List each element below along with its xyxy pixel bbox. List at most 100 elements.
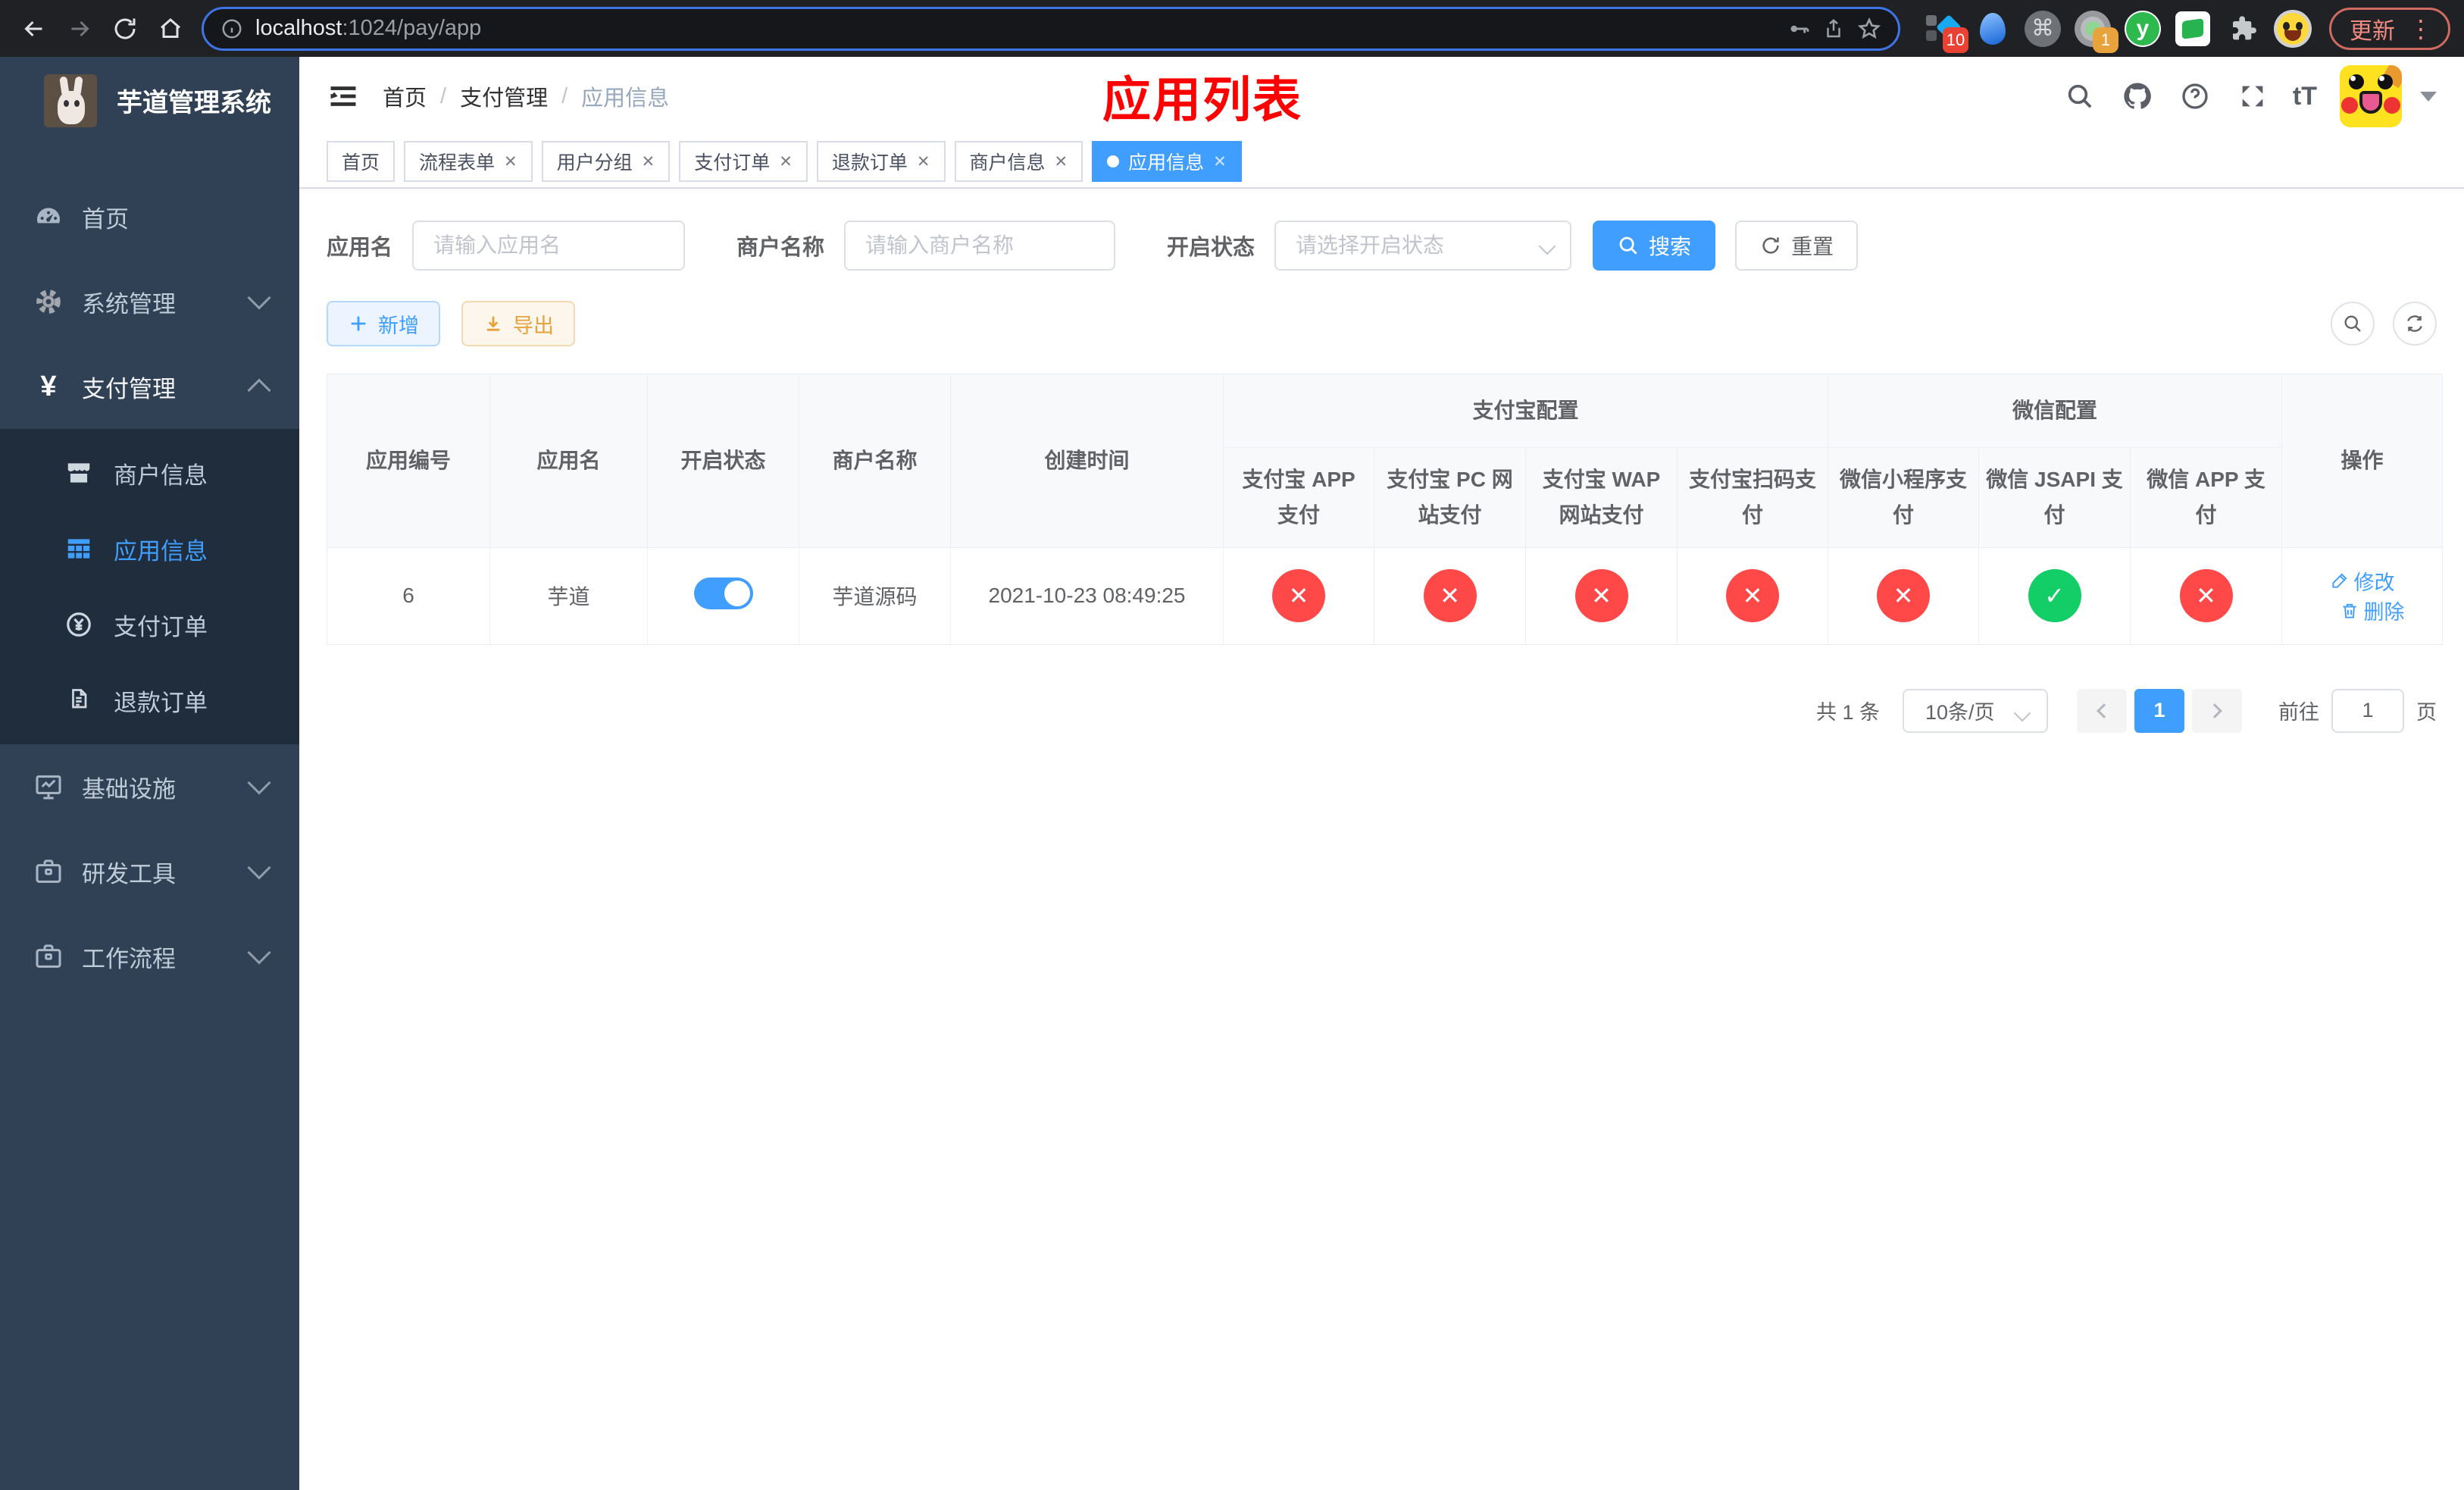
github-icon[interactable] xyxy=(2120,79,2155,114)
caret-down-icon[interactable] xyxy=(2420,91,2437,102)
add-button-label: 新增 xyxy=(378,314,419,337)
sidebar-item-pay[interactable]: ¥ 支付管理 xyxy=(0,344,299,429)
sidebar-item-label: 应用信息 xyxy=(114,537,208,565)
browser-update-button[interactable]: 更新 ⋮ xyxy=(2329,7,2450,50)
font-size-icon[interactable]: tT xyxy=(2293,82,2317,111)
user-avatar[interactable] xyxy=(2340,65,2402,127)
password-key-icon[interactable] xyxy=(1787,17,1810,40)
extension-chat-icon[interactable] xyxy=(2173,9,2212,49)
tab-process-form[interactable]: 流程表单 ✕ xyxy=(404,141,533,182)
goto-prefix: 前往 xyxy=(2278,701,2319,725)
browser-forward-button[interactable] xyxy=(59,8,100,49)
edit-link-label: 修改 xyxy=(2353,571,2395,594)
breadcrumb-current: 应用信息 xyxy=(581,86,670,111)
sidebar-item-system[interactable]: 系统管理 xyxy=(0,259,299,344)
extension-diamond-icon[interactable]: 10 xyxy=(1923,9,1968,53)
close-tab-icon[interactable]: ✕ xyxy=(779,152,793,171)
address-bar[interactable]: localhost:1024/pay/app xyxy=(202,6,1900,51)
refresh-table-button[interactable] xyxy=(2393,302,2437,346)
edit-pencil-icon xyxy=(2331,573,2347,588)
store-icon xyxy=(62,459,95,487)
extension-command-icon[interactable]: ⌘ xyxy=(2023,9,2062,49)
status-select-input[interactable] xyxy=(1274,221,1572,271)
sidebar-item-label: 支付管理 xyxy=(82,375,176,402)
reset-button[interactable]: 重置 xyxy=(1735,221,1859,271)
sidebar-item-workflow[interactable]: 工作流程 xyxy=(0,914,299,999)
close-tab-icon[interactable]: ✕ xyxy=(1213,152,1227,171)
sidebar-collapse-icon[interactable] xyxy=(327,79,361,114)
prev-page-button[interactable] xyxy=(2077,688,2127,733)
browser-menu-icon[interactable]: ⋮ xyxy=(2409,14,2433,43)
sidebar-item-home[interactable]: 首页 xyxy=(0,174,299,259)
page-size-select[interactable]: 10条/页 xyxy=(1903,688,2048,733)
tab-label: 流程表单 xyxy=(419,152,496,174)
tab-user-group[interactable]: 用户分组 ✕ xyxy=(541,141,671,182)
bookmark-star-icon[interactable] xyxy=(1857,17,1881,41)
cell-status xyxy=(647,546,799,645)
extension-kite-icon[interactable] xyxy=(1973,9,2012,49)
sidebar-item-refund-order[interactable]: 退款订单 xyxy=(0,662,299,738)
search-icon[interactable] xyxy=(2062,79,2097,114)
tab-pay-order[interactable]: 支付订单 ✕ xyxy=(679,141,808,182)
extensions-puzzle-icon[interactable] xyxy=(2223,9,2262,49)
tab-refund-order[interactable]: 退款订单 ✕ xyxy=(816,141,946,182)
sidebar-item-merchant-info[interactable]: 商户信息 xyxy=(0,435,299,511)
col-header-alipay-qr: 支付宝扫码支付 xyxy=(1676,446,1829,548)
command-glyph: ⌘ xyxy=(2031,16,2054,41)
sidebar-item-infra[interactable]: 基础设施 xyxy=(0,744,299,829)
sidebar-item-dev-tools[interactable]: 研发工具 xyxy=(0,829,299,914)
close-tab-icon[interactable]: ✕ xyxy=(642,152,655,171)
goto-page-input[interactable] xyxy=(2331,688,2404,733)
merchant-name-input[interactable] xyxy=(844,221,1116,271)
status-toggle[interactable] xyxy=(693,577,753,609)
app-logo-row[interactable]: 芋道管理系统 xyxy=(0,57,299,144)
next-page-button[interactable] xyxy=(2192,688,2242,733)
reset-button-label: 重置 xyxy=(1791,235,1834,258)
search-button[interactable]: 搜索 xyxy=(1593,221,1716,271)
edit-link[interactable]: 修改 xyxy=(2330,566,2395,596)
profile-avatar-icon[interactable] xyxy=(2273,9,2312,49)
browser-home-button[interactable] xyxy=(150,8,191,49)
tab-merchant-info[interactable]: 商户信息 ✕ xyxy=(954,141,1083,182)
tab-home[interactable]: 首页 xyxy=(327,141,396,182)
monitor-icon xyxy=(32,772,65,802)
toggle-search-button[interactable] xyxy=(2331,302,2375,346)
close-tab-icon[interactable]: ✕ xyxy=(1055,152,1068,171)
extension-badge: 10 xyxy=(1943,27,1968,53)
breadcrumb-pay[interactable]: 支付管理 xyxy=(460,80,548,112)
browser-back-button[interactable] xyxy=(14,8,55,49)
browser-reload-button[interactable] xyxy=(105,8,145,49)
search-form: 应用名 商户名称 开启状态 搜索 重置 xyxy=(327,221,2437,271)
page-number-1[interactable]: 1 xyxy=(2134,688,2184,733)
fullscreen-icon[interactable] xyxy=(2235,79,2270,114)
cell-merchant: 芋道源码 xyxy=(799,546,951,645)
close-tab-icon[interactable]: ✕ xyxy=(917,152,930,171)
extension-recorder-icon[interactable]: 1 xyxy=(2073,9,2118,53)
sidebar-item-label: 工作流程 xyxy=(82,945,176,972)
close-tab-icon[interactable]: ✕ xyxy=(504,152,518,171)
app-name-input[interactable] xyxy=(412,221,686,271)
merchant-name-label: 商户名称 xyxy=(736,236,825,260)
add-button[interactable]: 新增 xyxy=(327,301,440,346)
export-button[interactable]: 导出 xyxy=(461,301,575,346)
sidebar-item-app-info[interactable]: 应用信息 xyxy=(0,511,299,587)
browser-toolbar: localhost:1024/pay/app 10 ⌘ 1 y 更新 ⋮ xyxy=(0,0,2464,57)
sidebar-item-label: 商户信息 xyxy=(114,462,208,489)
goto-page: 前往 页 xyxy=(2278,688,2437,733)
breadcrumb-home[interactable]: 首页 xyxy=(383,80,427,112)
wx-jsapi-status-icon: ✓ xyxy=(2028,569,2081,623)
delete-link[interactable]: 删除 xyxy=(2340,596,2405,625)
tab-app-info[interactable]: 应用信息 ✕ xyxy=(1092,141,1242,182)
group-header-wechat: 微信配置 xyxy=(1828,374,2283,448)
y-glyph: y xyxy=(2126,11,2159,45)
tab-label: 退款订单 xyxy=(831,152,908,174)
site-info-icon[interactable] xyxy=(220,17,243,40)
table-tools xyxy=(2331,302,2437,346)
help-icon[interactable] xyxy=(2178,79,2212,114)
status-select[interactable] xyxy=(1274,221,1572,271)
tab-label: 应用信息 xyxy=(1128,152,1205,174)
share-icon[interactable] xyxy=(1822,17,1845,40)
extension-y-icon[interactable]: y xyxy=(2123,9,2162,49)
sidebar-item-pay-order[interactable]: 支付订单 xyxy=(0,587,299,662)
url-host: localhost xyxy=(255,16,342,40)
